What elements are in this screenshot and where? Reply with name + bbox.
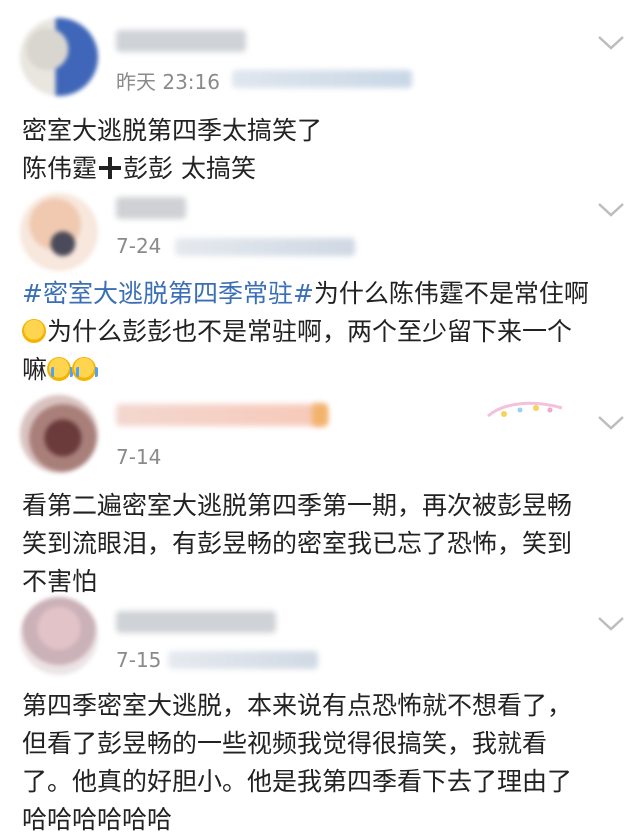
comment-line: 哈哈哈哈哈哈: [22, 805, 173, 834]
username-blurred[interactable]: [116, 30, 246, 52]
chevron-down-icon[interactable]: [596, 412, 626, 432]
crying-face-icon: [72, 357, 99, 381]
comment-line: #密室大逃脱第四季常驻#为什么陈伟霆不是常住啊: [22, 275, 620, 313]
crying-face-icon: [47, 357, 74, 381]
comment-line: 嘛: [22, 351, 620, 389]
avatar[interactable]: [20, 18, 98, 96]
comment-line: 了。他真的好胆小。他是我第四季看下去了理由了: [22, 767, 573, 796]
comment-text: #密室大逃脱第四季常驻#为什么陈伟霆不是常住啊 为什么彭彭也不是常驻啊，两个至少…: [22, 275, 620, 389]
username-blurred[interactable]: [116, 197, 186, 219]
comment-line: 看第二遍密室大逃脱第四季第一期，再次被彭昱畅: [22, 491, 573, 520]
thinking-face-icon: [22, 319, 46, 343]
comment-line: 密室大逃脱第四季太搞笑了: [22, 116, 323, 145]
device-info-blurred: [168, 651, 318, 669]
post-time: 7-24: [116, 234, 162, 258]
comment-fragment: 陈伟霆: [22, 154, 98, 183]
post-time: 昨天 23:16: [116, 70, 220, 94]
chevron-down-icon[interactable]: [596, 32, 626, 52]
comment-item: 7-24 #密室大逃脱第四季常驻#为什么陈伟霆不是常住啊 为什么彭彭也不是常驻啊…: [0, 185, 640, 385]
device-info-blurred: [175, 238, 355, 256]
device-info-blurred: [232, 70, 412, 88]
username-blurred[interactable]: [116, 404, 326, 426]
topic-hashtag-link[interactable]: #密室大逃脱第四季常驻#: [22, 279, 314, 308]
comment-item: 昨天 23:16 密室大逃脱第四季太搞笑了 陈伟霆 彭彭 太搞笑: [0, 0, 640, 190]
comment-fragment: 彭彭 太搞笑: [123, 154, 256, 183]
comment-item: 7-14 看第二遍密室大逃脱第四季第一期，再次被彭昱畅 笑到流眼泪，有彭昱畅的密…: [0, 390, 640, 596]
comment-line: 为什么彭彭也不是常驻啊，两个至少留下来一个: [22, 313, 620, 351]
sparkle-decoration-icon: [487, 401, 563, 418]
chevron-down-icon[interactable]: [596, 613, 626, 633]
comment-text: 密室大逃脱第四季太搞笑了 陈伟霆 彭彭 太搞笑: [22, 112, 620, 188]
comment-fragment: 嘛: [22, 355, 48, 384]
comment-text: 看第二遍密室大逃脱第四季第一期，再次被彭昱畅 笑到流眼泪，有彭昱畅的密室我已忘了…: [22, 487, 620, 601]
badge-blurred: [312, 404, 328, 426]
plus-icon: [99, 157, 122, 179]
comment-fragment: 为什么陈伟霆不是常住啊: [313, 279, 589, 308]
post-time: 7-15: [116, 648, 162, 672]
avatar[interactable]: [20, 193, 98, 271]
comment-item: 7-15 第四季密室大逃脱，本来说有点恐怖就不想看了， 但看了彭昱畅的一些视频我…: [0, 595, 640, 834]
comment-fragment: 为什么彭彭也不是常驻啊，两个至少留下来一个: [47, 317, 573, 346]
comment-line: 陈伟霆 彭彭 太搞笑: [22, 150, 620, 188]
avatar[interactable]: [20, 395, 98, 473]
comment-line: 第四季密室大逃脱，本来说有点恐怖就不想看了，: [22, 691, 573, 720]
comment-line: 笑到流眼泪，有彭昱畅的密室我已忘了恐怖，笑到: [22, 529, 573, 558]
username-blurred[interactable]: [116, 611, 276, 633]
post-time: 7-14: [116, 445, 162, 469]
comment-line: 但看了彭昱畅的一些视频我觉得很搞笑，我就看: [22, 729, 548, 758]
comment-text: 第四季密室大逃脱，本来说有点恐怖就不想看了， 但看了彭昱畅的一些视频我觉得很搞笑…: [22, 687, 620, 839]
chevron-down-icon[interactable]: [596, 199, 626, 219]
avatar[interactable]: [20, 597, 98, 675]
